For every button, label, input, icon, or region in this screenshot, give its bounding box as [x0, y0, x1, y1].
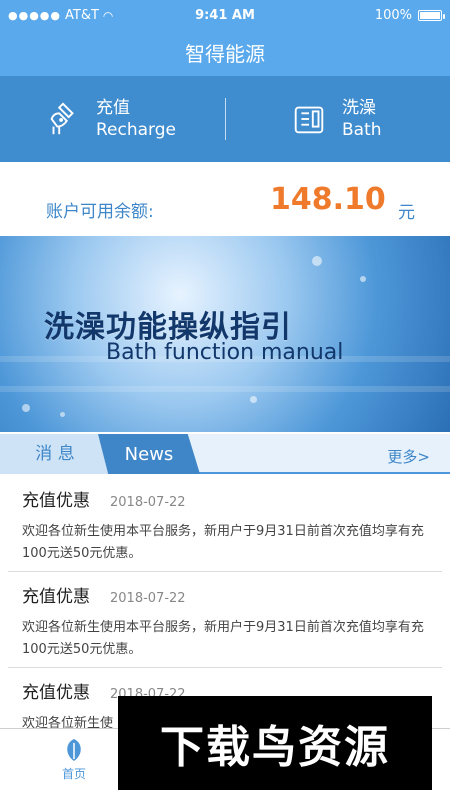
list-item[interactable]: 充值优惠 2018-07-22 欢迎各位新生使用本平台服务，新用户于9月31日前… [8, 476, 442, 572]
bath-label-cn: 洗澡 [342, 98, 376, 118]
news-title: 充值优惠 [22, 683, 90, 703]
news-body: 欢迎各位新生使用本平台服务，新用户于9月31日前首次充值均享有充100元送50元… [22, 620, 424, 657]
balance-label: 账户可用余额: [46, 202, 154, 222]
banner-title-en: Bath function manual [106, 340, 344, 365]
tab-messages[interactable]: 消 息 [0, 434, 110, 474]
balance-section: 账户可用余额: 148.10 元 [0, 162, 450, 236]
news-title: 充值优惠 [22, 587, 90, 607]
page-title: 智得能源 [185, 42, 265, 66]
action-divider [225, 98, 226, 140]
status-bar: ●●●●● AT&T ◠ 9:41 AM 100% [0, 0, 450, 30]
banner-stripe [0, 386, 450, 392]
more-link[interactable]: 更多> [387, 446, 430, 467]
water-drop [360, 276, 366, 282]
news-date: 2018-07-22 [110, 591, 186, 606]
list-item[interactable]: 充值优惠 2018-07-22 欢迎各位新生使用本平台服务，新用户于9月31日前… [8, 572, 442, 668]
bath-label-en: Bath [342, 120, 382, 140]
nav-home-label: 首页 [61, 767, 86, 781]
recharge-label-en: Recharge [96, 120, 176, 140]
water-drop [250, 396, 257, 403]
water-drop [22, 404, 30, 412]
news-body: 欢迎各位新生使用本平台服务，新用户于9月31日前首次充值均享有充100元送50元… [22, 524, 424, 561]
recharge-label-cn: 充值 [96, 98, 130, 118]
news-date: 2018-07-22 [110, 495, 186, 510]
leaf-icon [67, 739, 81, 761]
battery-percent: 100% [374, 8, 412, 23]
water-drop [312, 256, 322, 266]
watermark-logo: 下载鸟资源 [118, 696, 432, 790]
news-title: 充值优惠 [22, 491, 90, 511]
bath-button[interactable]: 洗澡 Bath [290, 76, 382, 162]
balance-unit: 元 [398, 203, 415, 223]
tab-news[interactable]: News [98, 434, 200, 474]
recharge-button[interactable]: 充值 Recharge [44, 76, 176, 162]
news-tab-bar: 消 息 News 更多> [0, 434, 450, 474]
recharge-icon [50, 102, 74, 135]
app-header: ●●●●● AT&T ◠ 9:41 AM 100% 智得能源 [0, 0, 450, 76]
status-right: 100% [374, 8, 445, 23]
water-drop [60, 412, 65, 417]
action-bar: 充值 Recharge 洗澡 Bath [0, 76, 450, 162]
balance-amount: 148.10 [270, 182, 386, 217]
nav-home[interactable]: 首页 [52, 737, 96, 782]
bath-manual-banner[interactable]: 洗澡功能操纵指引 Bath function manual [0, 236, 450, 432]
battery-icon [418, 10, 445, 21]
bath-icon [294, 106, 324, 134]
